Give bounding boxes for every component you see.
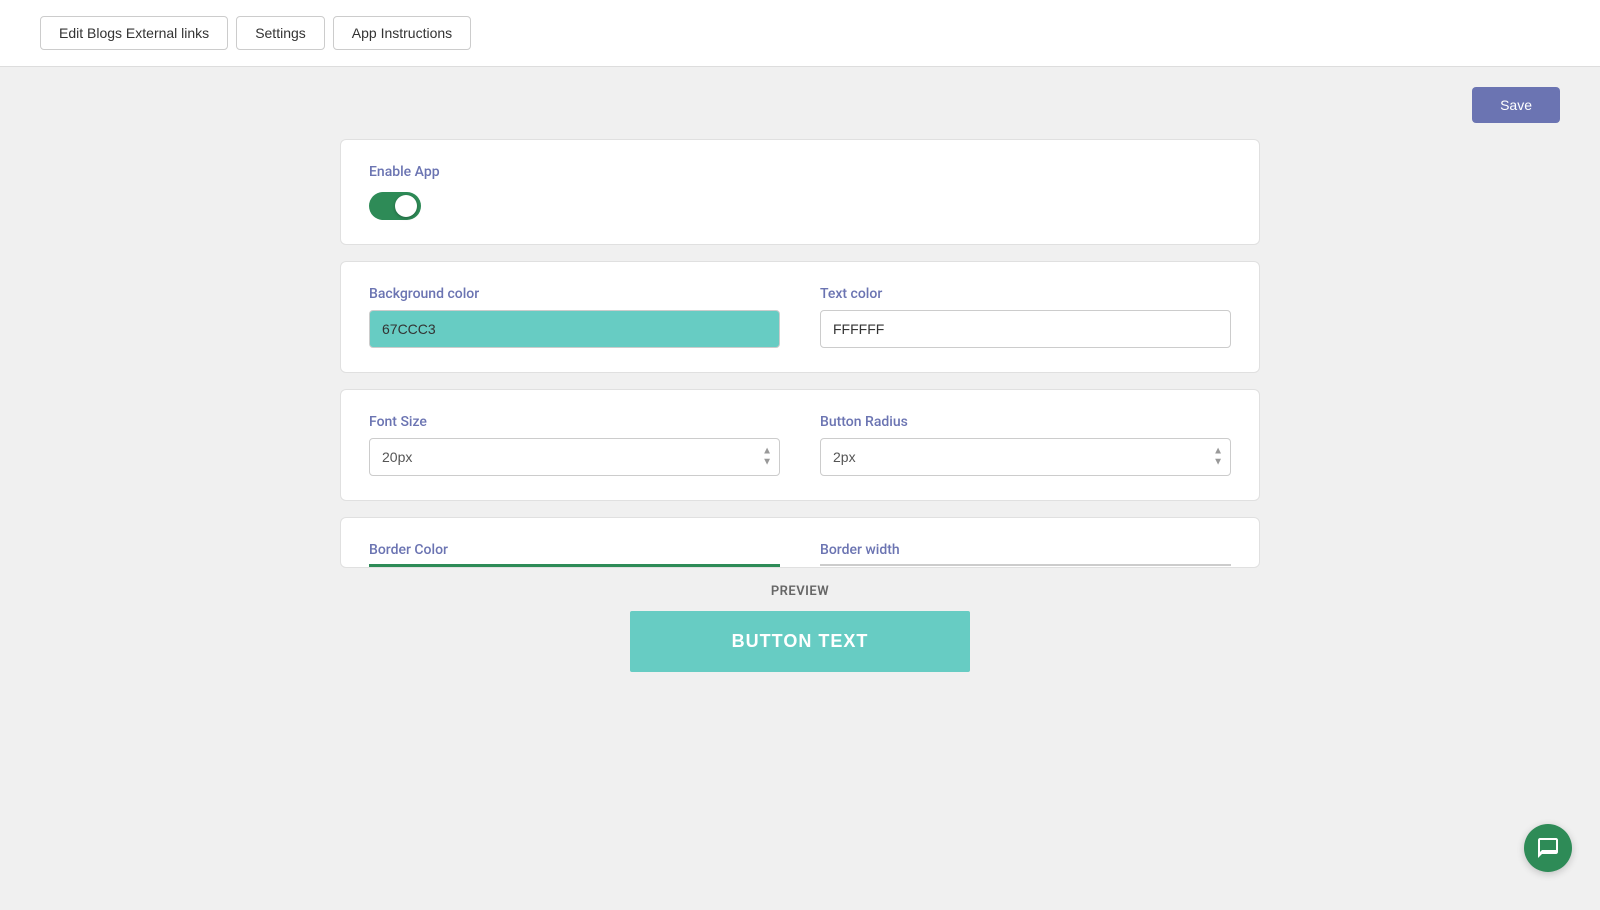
toggle-thumb <box>395 195 417 217</box>
border-card: Border Color Border width <box>340 517 1260 568</box>
font-size-field: Font Size 20px ▲ ▼ <box>369 414 780 476</box>
tab-edit-blogs[interactable]: Edit Blogs External links <box>40 16 228 50</box>
text-color-input[interactable]: FFFFFF <box>820 310 1231 348</box>
button-radius-field: Button Radius 2px ▲ ▼ <box>820 414 1231 476</box>
button-radius-input[interactable]: 2px <box>820 438 1231 476</box>
font-size-wrapper: 20px ▲ ▼ <box>369 438 780 476</box>
save-button[interactable]: Save <box>1472 87 1560 123</box>
border-color-field: Border Color <box>369 542 780 567</box>
enable-app-label: Enable App <box>369 164 1231 180</box>
preview-label: PREVIEW <box>40 584 1560 599</box>
color-card: Background color 67CCC3 Text color FFFFF… <box>340 261 1260 373</box>
border-width-field: Border width <box>820 542 1231 567</box>
button-radius-label: Button Radius <box>820 414 1231 430</box>
enable-app-card: Enable App <box>340 139 1260 245</box>
preview-section: PREVIEW BUTTON TEXT <box>40 568 1560 672</box>
text-color-field: Text color FFFFFF <box>820 286 1231 348</box>
main-content: Save Enable App Background color 67CCC3 … <box>0 67 1600 910</box>
font-size-up-arrow[interactable]: ▲ <box>762 447 772 457</box>
font-radius-row: Font Size 20px ▲ ▼ Button Radius 2px ▲ ▼ <box>369 414 1231 476</box>
font-size-arrows: ▲ ▼ <box>762 447 772 468</box>
chat-icon <box>1536 836 1560 860</box>
tab-settings[interactable]: Settings <box>236 16 325 50</box>
button-radius-arrows: ▲ ▼ <box>1213 447 1223 468</box>
preview-button[interactable]: BUTTON TEXT <box>630 611 970 672</box>
save-btn-row: Save <box>40 87 1560 123</box>
text-color-label: Text color <box>820 286 1231 302</box>
tab-app-instructions[interactable]: App Instructions <box>333 16 471 50</box>
chat-bubble-button[interactable] <box>1524 824 1572 872</box>
button-radius-up-arrow[interactable]: ▲ <box>1213 447 1223 457</box>
top-bar: Edit Blogs External links Settings App I… <box>0 0 1600 67</box>
font-size-label: Font Size <box>369 414 780 430</box>
font-radius-card: Font Size 20px ▲ ▼ Button Radius 2px ▲ ▼ <box>340 389 1260 501</box>
border-color-label: Border Color <box>369 542 780 567</box>
toggle-container <box>369 192 1231 220</box>
button-radius-wrapper: 2px ▲ ▼ <box>820 438 1231 476</box>
background-color-field: Background color 67CCC3 <box>369 286 780 348</box>
border-width-label: Border width <box>820 542 1231 566</box>
enable-app-toggle[interactable] <box>369 192 421 220</box>
color-row: Background color 67CCC3 Text color FFFFF… <box>369 286 1231 348</box>
background-color-label: Background color <box>369 286 780 302</box>
button-radius-down-arrow[interactable]: ▼ <box>1213 458 1223 468</box>
font-size-input[interactable]: 20px <box>369 438 780 476</box>
border-field-row: Border Color Border width <box>369 542 1231 567</box>
font-size-down-arrow[interactable]: ▼ <box>762 458 772 468</box>
background-color-input[interactable]: 67CCC3 <box>369 310 780 348</box>
